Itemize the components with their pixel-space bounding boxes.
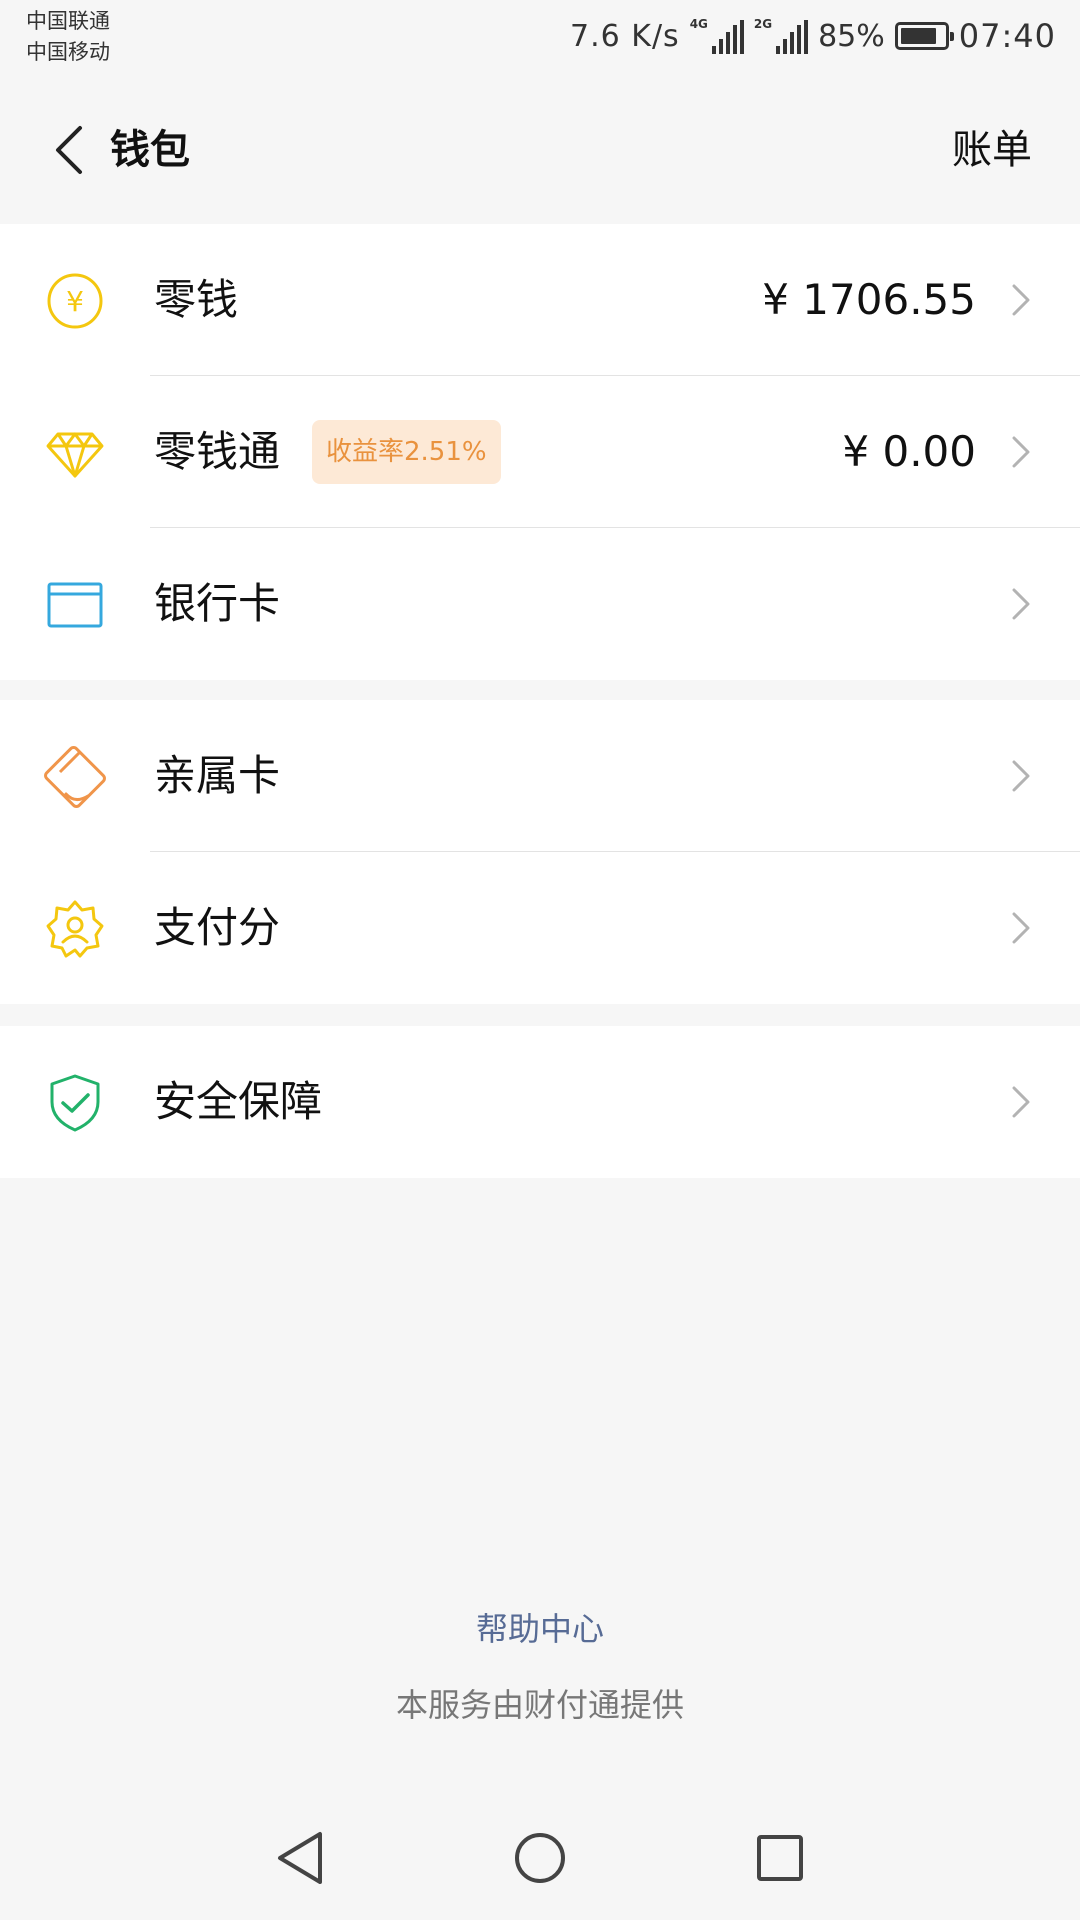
chevron-right-icon [1012, 284, 1030, 316]
diamond-icon [46, 432, 104, 478]
chevron-left-icon [56, 126, 82, 174]
row-label: 支付分 [154, 903, 281, 952]
wallet-group-balance: ¥ 零钱 ¥ 1706.55 零钱通 收益率2.51% ¥ 0.00 银行卡 [0, 224, 1080, 680]
shield-check-icon [50, 1074, 100, 1132]
credit-score-icon [46, 900, 104, 958]
system-nav-bar [0, 1800, 1080, 1920]
row-credit-score[interactable]: 支付分 [0, 852, 1080, 1004]
bank-card-icon [47, 582, 103, 628]
system-back-button[interactable] [260, 1822, 340, 1894]
wallet-group-security: 安全保障 [0, 1026, 1080, 1178]
wallet-screen: 中国联通 中国移动 7.6 K/s 4G 2G 85% 07:40 钱包 账单 … [0, 0, 1080, 1920]
battery-icon [894, 22, 954, 50]
row-bank-card[interactable]: 银行卡 [0, 528, 1080, 680]
status-indicators: 7.6 K/s 4G 2G 85% 07:40 [570, 16, 1056, 56]
row-label: 银行卡 [154, 579, 281, 628]
signal-4g-tag: 4G [689, 17, 708, 31]
carrier-1: 中国联通 [26, 9, 110, 33]
system-recents-button[interactable] [740, 1822, 820, 1894]
wallet-group-services: 亲属卡 支付分 [0, 700, 1080, 1004]
row-lqt[interactable]: 零钱通 收益率2.51% ¥ 0.00 [0, 376, 1080, 528]
system-home-button[interactable] [500, 1822, 580, 1894]
page-title: 钱包 [110, 127, 190, 173]
chevron-right-icon [1012, 912, 1030, 944]
chevron-right-icon [1012, 760, 1030, 792]
row-label: 亲属卡 [154, 751, 281, 800]
nav-bar: 钱包 账单 [0, 80, 1080, 220]
row-change[interactable]: ¥ 零钱 ¥ 1706.55 [0, 224, 1080, 376]
row-label: 零钱通 [154, 427, 281, 476]
family-card-icon [44, 746, 106, 808]
row-family-card[interactable]: 亲属卡 [0, 700, 1080, 852]
bill-button[interactable]: 账单 [952, 114, 1032, 186]
help-center-link[interactable]: 帮助中心 [0, 1605, 1080, 1653]
network-speed: 7.6 K/s [570, 18, 680, 54]
yuan-coin-icon: ¥ [47, 273, 103, 329]
clock: 07:40 [958, 17, 1056, 55]
row-label: 零钱 [154, 275, 239, 324]
square-recents-icon [757, 1835, 803, 1881]
circle-home-icon [515, 1833, 565, 1883]
status-bar: 中国联通 中国移动 7.6 K/s 4G 2G 85% 07:40 [0, 0, 1080, 80]
chevron-right-icon [1012, 1086, 1030, 1118]
battery-percent: 85% [818, 18, 885, 54]
signal-2g-icon: 2G [753, 17, 809, 54]
chevron-right-icon [1012, 588, 1030, 620]
signal-2g-tag: 2G [753, 17, 773, 31]
yield-badge: 收益率2.51% [312, 420, 501, 484]
lqt-balance: ¥ 0.00 [842, 427, 976, 476]
change-balance: ¥ 1706.55 [762, 275, 976, 324]
carrier-2: 中国移动 [26, 40, 110, 64]
row-label: 安全保障 [154, 1077, 323, 1126]
triangle-back-icon [278, 1832, 322, 1884]
provider-note: 本服务由财付通提供 [395, 1686, 684, 1724]
signal-4g-icon: 4G [690, 18, 744, 54]
carrier-info: 中国联通 中国移动 [26, 6, 110, 68]
svg-text:¥: ¥ [66, 285, 84, 318]
row-security[interactable]: 安全保障 [0, 1026, 1080, 1178]
back-button[interactable] [28, 110, 108, 190]
chevron-right-icon [1012, 436, 1030, 468]
